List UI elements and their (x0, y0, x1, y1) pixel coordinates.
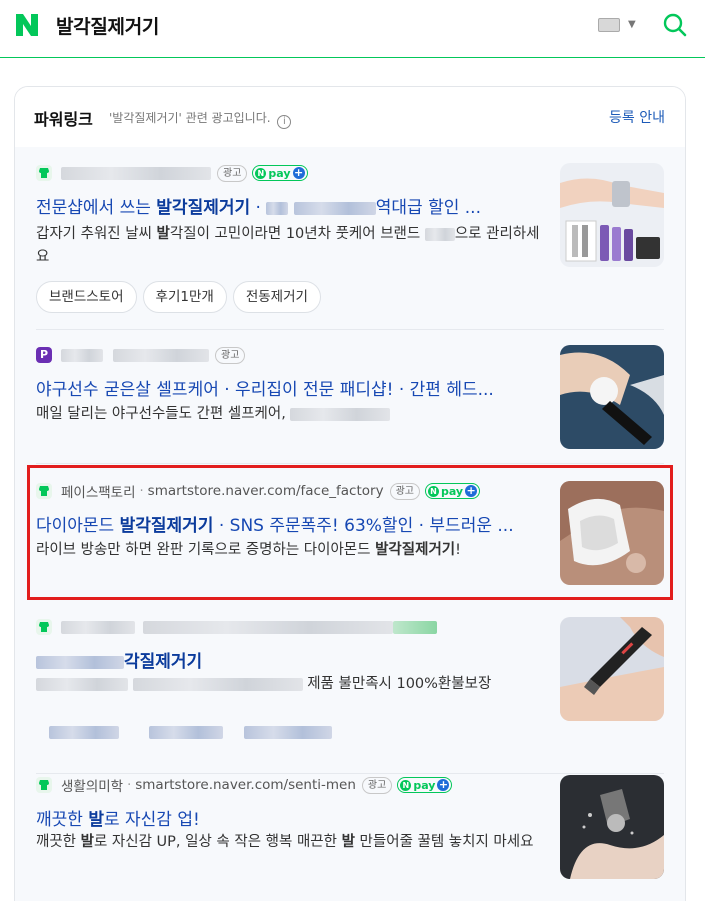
ad-description: 매일 달리는 야구선수들도 간편 셀프케어, (36, 403, 546, 426)
chip-reviews[interactable]: 후기1만개 (142, 281, 227, 313)
description-text: 로 자신감 UP, 일상 속 작은 행복 매끈한 (93, 834, 342, 850)
ad-meta: 광고 N pay + (36, 163, 308, 183)
chip-electric-remover[interactable]: 전동제거기 (232, 281, 321, 313)
ad-meta: P 광고 (36, 345, 246, 365)
headline-separator: · (250, 198, 267, 218)
blurred-shop-name (61, 620, 135, 634)
chip[interactable] (138, 717, 234, 747)
search-query[interactable]: 발각질제거기 (56, 12, 159, 39)
chip[interactable] (240, 717, 336, 747)
plus-icon: + (292, 166, 305, 179)
ad-extension-chips (36, 717, 336, 747)
description-text: 갑자기 추워진 날씨 (36, 226, 157, 242)
blurred-text (132, 677, 303, 691)
powerlink-title: 파워링크 (34, 110, 93, 129)
headline-tail: 역대급 할인 ... (375, 198, 481, 218)
blurred-shop-name (61, 166, 211, 180)
chip[interactable] (36, 717, 132, 747)
divider (36, 329, 664, 330)
npay-badge: N pay + (397, 777, 453, 793)
ad-description: 갑자기 추워진 날씨 발각질이 고민이라면 10년차 풋케어 브랜드 으로 관리… (36, 223, 546, 269)
ad-extension-chips: 브랜드스토어 후기1만개 전동제거기 (36, 281, 321, 313)
naver-store-icon (36, 619, 52, 635)
product-thumbnail[interactable] (560, 617, 664, 721)
product-thumbnail[interactable] (560, 775, 664, 879)
ad-headline[interactable]: 각질제거기 (36, 647, 546, 672)
info-icon[interactable]: i (277, 115, 292, 129)
powerlink-note-text: '발각질제거기' 관련 광고입니다. (109, 111, 271, 125)
blurred-text (36, 655, 124, 669)
ad-item[interactable]: 광고 N pay + 전문샵에서 쓰는 발각질제거기 · 역대급 할인 ... … (36, 163, 664, 315)
description-text: 매일 달리는 야구선수들도 간편 셀프케어, (36, 406, 291, 422)
chip-brand-store[interactable]: 브랜드스토어 (36, 281, 137, 313)
ad-headline[interactable]: 전문샵에서 쓰는 발각질제거기 · 역대급 할인 ... (36, 193, 546, 218)
search-icon[interactable] (662, 12, 688, 38)
blurred-text (266, 201, 289, 215)
ad-description: 제품 불만족시 100%환불보장 (36, 673, 546, 696)
blurred-shop-name (61, 348, 103, 362)
description-text: 제품 불만족시 100%환불보장 (307, 676, 492, 692)
divider (36, 773, 664, 774)
naver-store-icon (36, 165, 52, 181)
description-keyword: 발 (341, 834, 355, 850)
divider (36, 463, 664, 464)
naver-store-icon (36, 777, 52, 793)
keyboard-icon[interactable] (598, 18, 620, 32)
blurred-shop-url (113, 348, 209, 362)
powerlink-note: '발각질제거기' 관련 광고입니다. i (109, 109, 292, 129)
shop-url[interactable]: smartstore.naver.com/senti-men (135, 777, 356, 793)
blurred-shop-url (143, 620, 393, 634)
description-keyword: 발 (156, 226, 170, 242)
ad-badge: 광고 (361, 776, 393, 794)
ad-item[interactable]: 생활의미학 · smartstore.naver.com/senti-men 광… (36, 775, 664, 879)
ad-item[interactable]: 각질제거기 제품 불만족시 100%환불보장 (36, 617, 664, 767)
blurred-text (36, 677, 128, 691)
description-keyword: 발 (80, 834, 94, 850)
blurred-text (49, 725, 119, 739)
product-thumbnail[interactable] (560, 345, 664, 449)
ad-badge: 광고 (217, 164, 248, 182)
headline-keyword: 발 (88, 810, 104, 830)
register-guide-link[interactable]: 등록 안내 (609, 107, 665, 127)
description-text: 만들어줄 꿀템 놓치지 마세요 (354, 834, 534, 850)
headline-tail: 로 자신감 업! (103, 810, 200, 830)
headline-keyword: 발각질제거기 (156, 198, 251, 218)
top-bar: 발각질제거기 ▼ (0, 0, 705, 58)
npay-text: pay (268, 166, 291, 180)
npay-badge: N pay + (252, 165, 308, 181)
blurred-text (149, 725, 223, 739)
naver-logo-icon[interactable] (14, 12, 40, 38)
powerlink-header: 파워링크 '발각질제거기' 관련 광고입니다. i 등록 안내 (15, 87, 685, 147)
headline-prefix: 깨끗한 (36, 810, 89, 830)
headline-keyword: 각질제거기 (124, 652, 203, 672)
blurred-text (244, 725, 332, 739)
npay-n-icon: N (400, 779, 412, 791)
ad-item[interactable]: P 광고 야구선수 굳은살 셀프케어 · 우리집이 전문 패디샵! · 간편 헤… (36, 345, 664, 449)
headline-prefix: 전문샵에서 쓰는 (36, 198, 157, 218)
npay-text: pay (413, 778, 436, 792)
shop-name[interactable]: 생활의미학 (61, 775, 123, 795)
chevron-down-icon[interactable]: ▼ (628, 19, 636, 30)
ad-description: 깨끗한 발로 자신감 UP, 일상 속 작은 행복 매끈한 발 만들어줄 꿀템 … (36, 831, 546, 854)
p-store-icon: P (36, 347, 52, 363)
blurred-badge (393, 620, 437, 634)
ad-meta (36, 617, 437, 637)
blurred-text (424, 227, 455, 241)
blurred-text (293, 201, 376, 215)
npay-n-icon: N (255, 167, 267, 179)
description-text: 깨끗한 (36, 834, 81, 850)
blurred-text (290, 407, 391, 421)
description-text: 각질이 고민이라면 10년차 풋케어 브랜드 (169, 226, 425, 242)
ad-badge: 광고 (215, 346, 246, 364)
ad-headline[interactable]: 깨끗한 발로 자신감 업! (36, 805, 546, 830)
separator-dot: · (127, 777, 132, 793)
product-thumbnail[interactable] (560, 163, 664, 267)
plus-icon: + (437, 778, 450, 791)
ad-meta: 생활의미학 · smartstore.naver.com/senti-men 광… (36, 775, 453, 795)
ad-headline[interactable]: 야구선수 굳은살 셀프케어 · 우리집이 전문 패디샵! · 간편 헤드... (36, 375, 546, 400)
highlight-box (27, 465, 673, 600)
